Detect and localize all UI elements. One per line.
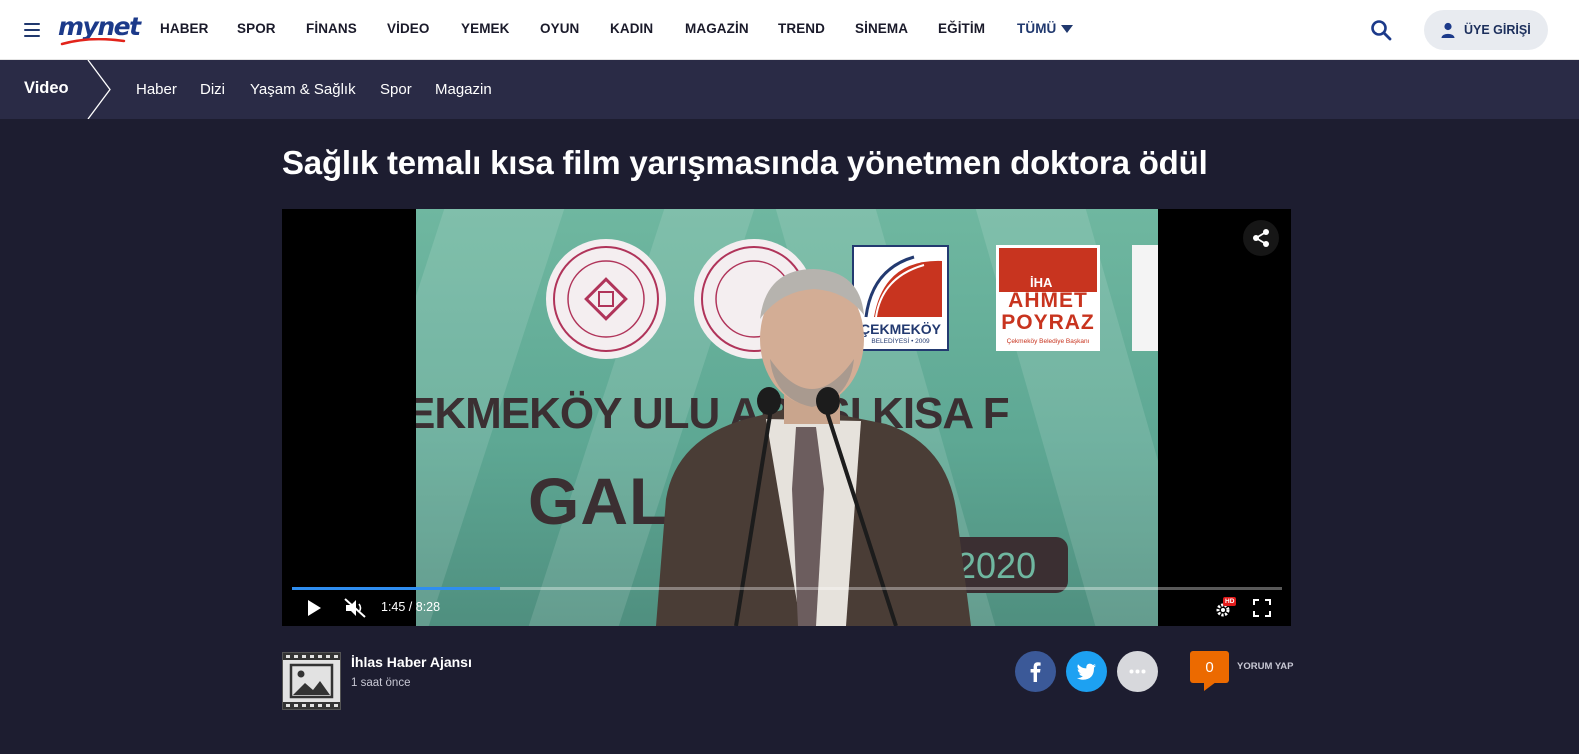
comment-bubble-tail bbox=[1204, 682, 1216, 691]
menu-icon[interactable] bbox=[24, 23, 40, 37]
caret-down-icon[interactable] bbox=[1061, 25, 1073, 33]
author-thumbnail[interactable] bbox=[282, 652, 341, 710]
logo-text: mynet bbox=[58, 12, 141, 41]
comment-count: 0 bbox=[1205, 659, 1214, 676]
comment-link[interactable]: YORUM YAP bbox=[1237, 661, 1294, 672]
play-icon[interactable] bbox=[306, 599, 322, 617]
nav-item-haber[interactable]: HABER bbox=[160, 21, 209, 36]
nav-item-tumu[interactable]: TÜMÜ bbox=[1017, 21, 1056, 36]
twitter-share-button[interactable] bbox=[1066, 651, 1107, 692]
progress-bar-fill bbox=[292, 587, 500, 590]
author-name[interactable]: İhlas Haber Ajansı bbox=[351, 654, 472, 670]
nav-item-oyun[interactable]: OYUN bbox=[540, 21, 579, 36]
login-button[interactable]: ÜYE GİRİŞİ bbox=[1424, 10, 1548, 50]
settings-button[interactable]: HD bbox=[1214, 597, 1237, 619]
subnav-item-dizi[interactable]: Dizi bbox=[200, 81, 225, 98]
time-display: 1:45 / 8:28 bbox=[381, 600, 441, 614]
mynet-logo[interactable]: mynet bbox=[58, 12, 141, 46]
subnav-item-magazin[interactable]: Magazin bbox=[435, 81, 492, 98]
film-image-icon bbox=[283, 653, 340, 709]
login-label: ÜYE GİRİŞİ bbox=[1464, 23, 1531, 37]
nav-item-finans[interactable]: FİNANS bbox=[306, 21, 357, 36]
nav-item-trend[interactable]: TREND bbox=[778, 21, 825, 36]
video-player[interactable]: ÇEKMEKÖY BELEDİYESİ • 2009 İHA AHMET POY… bbox=[282, 209, 1291, 626]
mute-icon[interactable] bbox=[344, 598, 366, 618]
fullscreen-icon[interactable] bbox=[1253, 599, 1271, 617]
page-title: Sağlık temalı kısa film yarışmasında yön… bbox=[282, 144, 1208, 181]
speaker-figure bbox=[656, 269, 971, 626]
nav-item-egitim[interactable]: EĞİTİM bbox=[938, 21, 985, 36]
nav-item-kadin[interactable]: KADIN bbox=[610, 21, 653, 36]
more-dots-icon bbox=[1129, 669, 1146, 674]
facebook-icon bbox=[1030, 662, 1041, 682]
subnav-item-spor[interactable]: Spor bbox=[380, 81, 412, 98]
top-navbar: mynet HABER SPOR FİNANS VİDEO YEMEK OYUN… bbox=[0, 0, 1579, 60]
nav-item-spor[interactable]: SPOR bbox=[237, 21, 276, 36]
user-icon bbox=[1441, 22, 1455, 38]
subnav-item-yasam[interactable]: Yaşam & Sağlık bbox=[250, 81, 356, 98]
twitter-icon bbox=[1076, 663, 1096, 680]
more-share-button[interactable] bbox=[1117, 651, 1158, 692]
nav-item-sinema[interactable]: SİNEMA bbox=[855, 21, 908, 36]
subnav-section-title[interactable]: Video bbox=[24, 79, 69, 98]
nav-item-yemek[interactable]: YEMEK bbox=[461, 21, 510, 36]
publish-time: 1 saat önce bbox=[351, 677, 411, 689]
search-icon[interactable] bbox=[1369, 18, 1393, 42]
comment-count-button[interactable]: 0 bbox=[1190, 651, 1229, 683]
video-frame[interactable]: ÇEKMEKÖY BELEDİYESİ • 2009 İHA AHMET POY… bbox=[416, 209, 1158, 626]
progress-bar[interactable] bbox=[292, 587, 1282, 590]
share-button[interactable] bbox=[1243, 220, 1279, 256]
share-icon bbox=[1253, 229, 1269, 247]
iha-watermark: İHA bbox=[1030, 275, 1053, 290]
video-subnav: Video Haber Dizi Yaşam & Sağlık Spor Mag… bbox=[0, 60, 1579, 119]
subnav-item-haber[interactable]: Haber bbox=[136, 81, 177, 98]
chevron-right-icon bbox=[87, 60, 111, 119]
logo-swoosh-icon bbox=[60, 38, 126, 46]
nav-item-video[interactable]: VİDEO bbox=[387, 21, 430, 36]
nav-item-magazin[interactable]: MAGAZİN bbox=[685, 21, 749, 36]
facebook-share-button[interactable] bbox=[1015, 651, 1056, 692]
hd-badge: HD bbox=[1223, 597, 1237, 606]
